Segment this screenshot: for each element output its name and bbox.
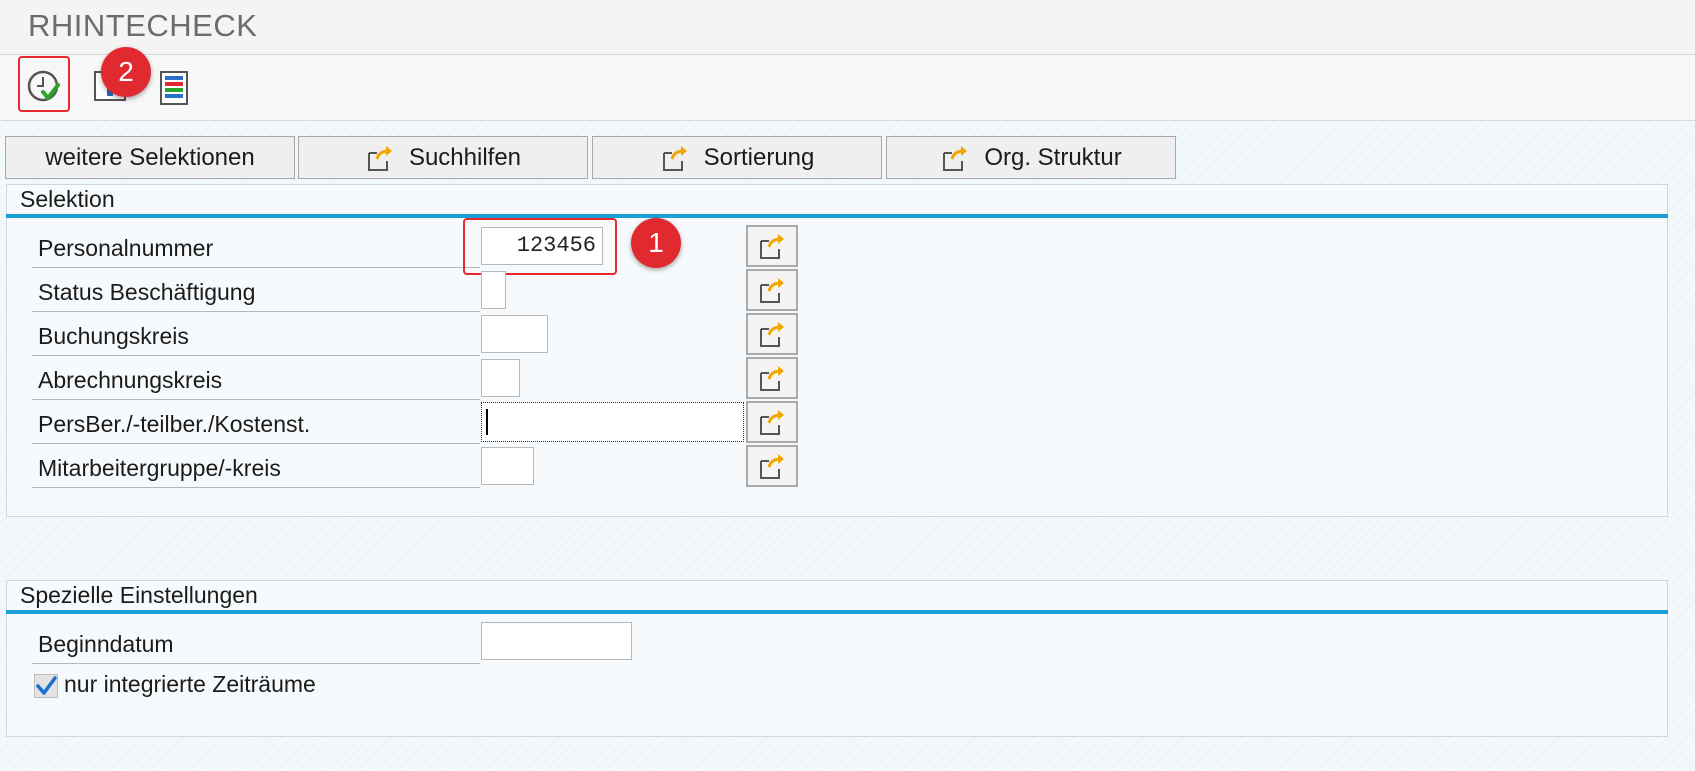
spezielle-divider (6, 610, 1668, 614)
label-mitarbeitergruppe-kreis: Mitarbeitergruppe/-kreis (32, 446, 480, 488)
selektion-divider (6, 214, 1668, 218)
multiple-selection-button-mitarbeitergruppe[interactable] (746, 445, 798, 487)
multiple-selection-button-persber[interactable] (746, 401, 798, 443)
tab-org-struktur[interactable]: Org. Struktur (886, 136, 1176, 179)
export-arrow-icon (760, 278, 784, 303)
text-cursor (486, 409, 488, 435)
callout-1: 1 (631, 218, 681, 268)
tab-label: weitere Selektionen (45, 143, 255, 171)
label-personalnummer: Personalnummer (32, 226, 480, 268)
buchungskreis-input[interactable] (481, 315, 548, 353)
application-toolbar (0, 55, 1695, 121)
layout-list-icon (160, 71, 188, 105)
export-arrow-icon (760, 366, 784, 391)
multiple-selection-button-buchungskreis[interactable] (746, 313, 798, 355)
label-persber-teilber-kostenst: PersBer./-teilber./Kostenst. (32, 402, 480, 444)
page-title: RHINTECHECK (28, 8, 258, 43)
multiple-selection-button-abrechnungskreis[interactable] (746, 357, 798, 399)
tab-label: Sortierung (703, 143, 815, 171)
status-beschaeftigung-input[interactable] (481, 271, 506, 309)
spezielle-einstellungen-title: Spezielle Einstellungen (20, 582, 258, 608)
abrechnungskreis-input[interactable] (481, 359, 520, 397)
export-arrow-icon (760, 234, 784, 259)
layout-button[interactable] (154, 68, 194, 108)
export-arrow-icon (760, 410, 784, 435)
personalnummer-highlight (463, 218, 617, 275)
tab-weitere-selektionen[interactable]: weitere Selektionen (5, 136, 295, 179)
label-abrechnungskreis: Abrechnungskreis (32, 358, 480, 400)
label-beginndatum: Beginndatum (32, 622, 480, 664)
mitarbeitergruppe-kreis-input[interactable] (481, 447, 534, 485)
export-arrow-icon (943, 145, 968, 171)
beginndatum-input[interactable] (481, 622, 632, 660)
selektion-title: Selektion (20, 186, 115, 212)
multiple-selection-button-personalnummer[interactable] (746, 225, 798, 267)
label-status-beschaeftigung: Status Beschäftigung (32, 270, 480, 312)
persber-teilber-kostenst-input[interactable] (481, 402, 744, 442)
checkmark-icon (36, 676, 57, 695)
export-arrow-icon (662, 145, 687, 171)
export-arrow-icon (760, 454, 784, 479)
tab-label: Org. Struktur (984, 143, 1122, 171)
tab-label: Suchhilfen (408, 143, 522, 171)
execute-highlight (18, 56, 70, 112)
export-arrow-icon (367, 145, 392, 171)
export-arrow-icon (760, 322, 784, 347)
title-bar: RHINTECHECK (0, 0, 1695, 55)
nur-integrierte-zeitraeume-label: nur integrierte Zeiträume (64, 671, 316, 697)
multiple-selection-button-status[interactable] (746, 269, 798, 311)
tab-sortierung[interactable]: Sortierung (592, 136, 882, 179)
callout-2: 2 (101, 47, 151, 97)
tab-suchhilfen[interactable]: Suchhilfen (298, 136, 588, 179)
label-buchungskreis: Buchungskreis (32, 314, 480, 356)
nur-integrierte-zeitraeume-checkbox[interactable] (34, 674, 58, 698)
